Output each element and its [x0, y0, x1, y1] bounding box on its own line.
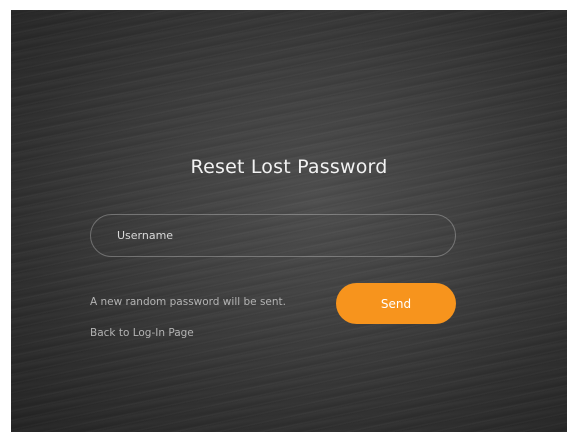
- send-button[interactable]: Send: [336, 283, 456, 324]
- page-title: Reset Lost Password: [190, 156, 388, 178]
- back-to-login-link[interactable]: Back to Log-In Page: [90, 327, 194, 339]
- reset-password-panel: Reset Lost Password A new random passwor…: [11, 10, 567, 432]
- page: Reset Lost Password A new random passwor…: [0, 0, 577, 440]
- password-hint-text: A new random password will be sent.: [90, 296, 286, 308]
- username-input[interactable]: [90, 214, 456, 257]
